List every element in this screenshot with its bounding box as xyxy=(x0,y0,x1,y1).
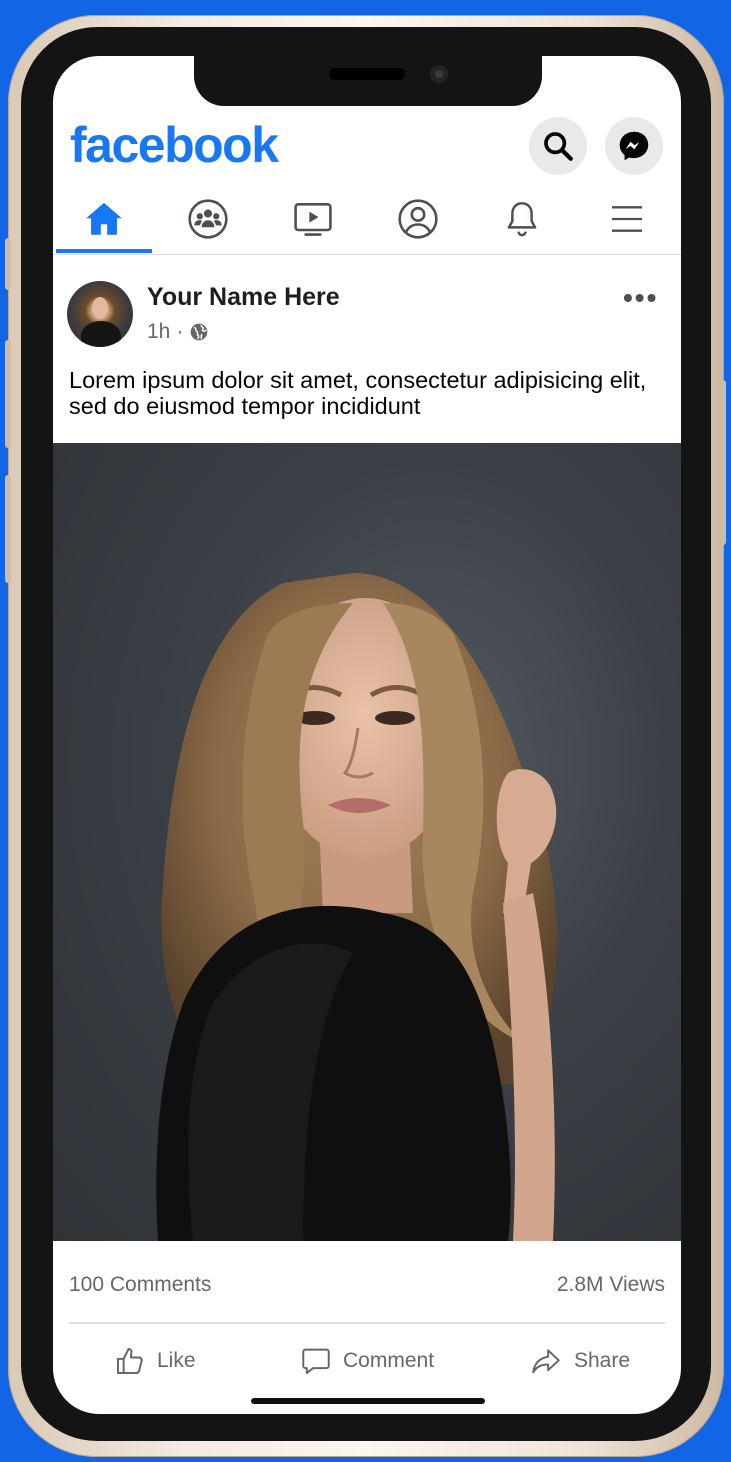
meta-separator: · xyxy=(176,320,184,343)
avatar-face xyxy=(92,297,108,319)
side-button-volume-up xyxy=(5,340,11,448)
like-label: Like xyxy=(157,1349,196,1372)
search-button[interactable] xyxy=(529,117,587,175)
views-count: 2.8M Views xyxy=(556,1273,665,1296)
post-photo[interactable] xyxy=(53,443,681,1241)
bell-icon xyxy=(507,202,537,237)
side-button-volume-down xyxy=(5,475,11,583)
tab-menu[interactable] xyxy=(579,186,675,252)
share-icon xyxy=(532,1349,560,1374)
camera-icon xyxy=(430,65,448,83)
side-button-silent xyxy=(5,238,11,290)
phone-screen: facebook Your Name Here 1h · ••• Lorem i… xyxy=(53,56,681,1414)
groups-icon xyxy=(188,199,228,239)
facebook-logo[interactable]: facebook xyxy=(70,116,279,174)
like-button[interactable]: Like xyxy=(113,1341,196,1381)
messenger-icon xyxy=(619,131,649,161)
home-indicator[interactable] xyxy=(251,1398,485,1404)
comment-label: Comment xyxy=(343,1349,435,1372)
profile-icon xyxy=(398,199,438,239)
side-button-power xyxy=(720,380,726,545)
tab-home[interactable] xyxy=(56,186,152,253)
search-icon xyxy=(544,132,573,161)
menu-icon xyxy=(612,206,642,232)
post-meta: 1h · xyxy=(147,320,209,344)
messenger-button[interactable] xyxy=(605,117,663,175)
tab-watch[interactable] xyxy=(265,186,361,252)
tab-profile[interactable] xyxy=(370,186,466,252)
post-options-button[interactable]: ••• xyxy=(623,282,658,314)
globe-icon xyxy=(191,323,208,341)
thumbs-up-icon xyxy=(116,1347,143,1375)
divider xyxy=(69,1322,665,1324)
notch xyxy=(194,56,542,106)
post-text: Lorem ipsum dolor sit amet, consectetur … xyxy=(69,367,647,419)
comment-button[interactable]: Comment xyxy=(299,1341,434,1381)
share-label: Share xyxy=(574,1349,631,1372)
portrait-illustration xyxy=(156,573,557,1241)
main-nav xyxy=(53,186,681,255)
avatar-body xyxy=(81,321,121,347)
video-icon xyxy=(294,203,332,236)
post-author[interactable]: Your Name Here xyxy=(147,283,340,312)
tab-notifications[interactable] xyxy=(474,186,570,252)
speaker xyxy=(329,68,405,80)
tab-groups[interactable] xyxy=(160,186,256,252)
comments-count[interactable]: 100 Comments xyxy=(69,1273,211,1297)
share-button[interactable]: Share xyxy=(528,1341,630,1381)
avatar[interactable] xyxy=(67,281,133,347)
comment-icon xyxy=(302,1348,330,1375)
post-stats: 100 Comments 2.8M Views xyxy=(53,1241,681,1323)
post-time[interactable]: 1h xyxy=(147,320,170,344)
home-icon xyxy=(86,202,122,235)
